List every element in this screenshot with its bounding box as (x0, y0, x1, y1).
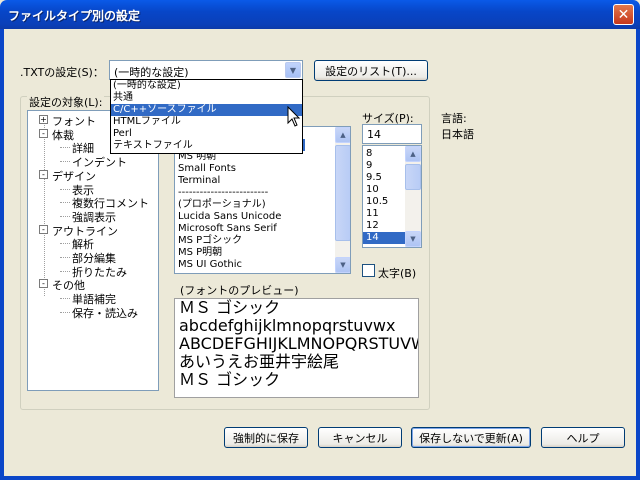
force-save-button[interactable]: 強制的に保存 (224, 427, 308, 448)
help-button[interactable]: ヘルプ (541, 427, 625, 448)
chevron-down-icon[interactable]: ▼ (285, 62, 301, 78)
tree-connector (60, 243, 70, 245)
collapse-icon[interactable]: - (39, 128, 48, 138)
window-frame-right (636, 29, 640, 480)
size-list-item[interactable]: 9 (363, 160, 405, 172)
close-button[interactable]: ✕ (613, 4, 634, 25)
font-list-item[interactable]: Small Fonts (175, 163, 335, 175)
preview-text-line: ＭＳ ゴシック (179, 298, 281, 317)
tree-connector (60, 202, 70, 204)
font-list-scrollbar[interactable]: ▲ ▼ (335, 127, 350, 273)
scroll-up-icon[interactable]: ▲ (335, 127, 350, 143)
font-list-item[interactable]: Lucida Sans Unicode (175, 211, 335, 223)
size-list-item[interactable]: 11 (363, 208, 405, 220)
dropdown-option[interactable]: 共通 (111, 92, 302, 104)
update-without-save-button[interactable]: 保存しないで更新(A) (411, 427, 531, 448)
font-list-item[interactable]: ------------------------- (175, 187, 335, 199)
bold-label: 太字(B) (378, 267, 417, 280)
mouse-cursor-icon (287, 106, 301, 127)
dropdown-option[interactable]: テキストファイル (111, 140, 302, 152)
font-list-item[interactable]: Terminal (175, 175, 335, 187)
size-list-item[interactable]: 9.5 (363, 172, 405, 184)
expand-icon[interactable]: + (39, 115, 48, 124)
size-list-item[interactable]: 10.5 (363, 196, 405, 208)
preview-text-line: ＭＳ ゴシック (179, 370, 281, 389)
settings-list-button[interactable]: 設定のリスト(T)... (314, 60, 428, 81)
tree-connector (60, 311, 70, 313)
font-preview: ＭＳ ゴシック abcdefghijklmnopqrstuvwx ABCDEFGHI… (174, 298, 419, 398)
font-list-item[interactable]: (プロポーショナル) (175, 199, 335, 211)
size-input-value: 14 (367, 128, 381, 141)
tree-connector (60, 161, 70, 163)
dropdown-option[interactable]: C/C++ソースファイル (111, 104, 302, 116)
tree-connector (60, 215, 70, 217)
update-without-save-button-label: 保存しないで更新(A) (419, 431, 523, 445)
tree-connector (60, 147, 70, 149)
settings-combo-value: (一時的な設定) (114, 66, 189, 79)
size-list-item[interactable]: 8 (363, 148, 405, 160)
bold-checkbox[interactable] (362, 264, 375, 277)
font-list-item[interactable]: MS P明朝 (175, 247, 335, 259)
help-button-label: ヘルプ (566, 431, 600, 445)
tree-connector (60, 270, 70, 272)
font-list-items: MS 明朝 Small Fonts Terminal ----------------… (175, 151, 335, 271)
target-label: 設定の対象(L): (27, 94, 105, 110)
size-list-item[interactable]: 14 (363, 232, 405, 244)
size-input[interactable]: 14 (362, 124, 422, 144)
size-list-item[interactable]: 10 (363, 184, 405, 196)
language-label: 言語: (441, 112, 467, 125)
scroll-thumb[interactable] (405, 164, 421, 190)
size-list-item[interactable]: 12 (363, 220, 405, 232)
force-save-button-label: 強制的に保存 (233, 431, 299, 445)
dropdown-option[interactable]: (一時的な設定) (111, 80, 302, 92)
window-frame-left (0, 29, 4, 480)
preview-text-line: ABCDEFGHIJKLMNOPQRSTUVWX (179, 334, 419, 353)
settings-combo[interactable]: (一時的な設定) ▼ (109, 60, 303, 80)
tree-connector (44, 121, 45, 296)
font-list-item[interactable]: Microsoft Sans Serif (175, 223, 335, 235)
scroll-down-icon[interactable]: ▼ (405, 231, 421, 247)
size-list[interactable]: 8 9 9.5 10 10.5 11 12 14 ▲ ▼ (362, 145, 422, 248)
cancel-button-label: キャンセル (332, 431, 388, 445)
font-list-item[interactable]: MS UI Gothic (175, 259, 335, 271)
tree-connector (60, 298, 70, 300)
cancel-button[interactable]: キャンセル (318, 427, 402, 448)
settings-dropdown-list[interactable]: (一時的な設定) 共通 C/C++ソースファイル HTMLファイル Perl テキストファ… (110, 79, 303, 154)
tree-connector (60, 188, 70, 190)
window-frame-bottom (0, 476, 640, 480)
collapse-icon[interactable]: - (39, 169, 48, 179)
preview-label: (フォントのプレビュー) (180, 284, 299, 297)
settings-of-label: .TXTの設定(S)： (20, 66, 104, 79)
size-list-items: 8 9 9.5 10 10.5 11 12 14 (363, 148, 405, 244)
collapse-icon[interactable]: - (39, 224, 48, 234)
window-title: ファイルタイプ別の設定 (8, 9, 141, 23)
scroll-down-icon[interactable]: ▼ (335, 257, 350, 273)
title-bar: ファイルタイプ別の設定 ✕ (0, 0, 640, 29)
collapse-icon[interactable]: - (39, 279, 48, 289)
dropdown-option[interactable]: HTMLファイル (111, 116, 302, 128)
tree-item[interactable]: 保存・読込み (72, 305, 138, 321)
close-icon: ✕ (617, 6, 630, 23)
scroll-thumb[interactable] (335, 145, 350, 241)
font-list-item[interactable]: MS Pゴシック (175, 235, 335, 247)
tree-item[interactable]: 体裁 (52, 127, 74, 143)
preview-text-line: あいうえお亜井宇絵尾 (179, 352, 340, 371)
tree-connector (60, 257, 70, 258)
dropdown-option[interactable]: Perl (111, 128, 302, 140)
settings-list-button-label: 設定のリスト(T)... (325, 64, 417, 78)
size-list-scrollbar[interactable]: ▲ ▼ (405, 146, 421, 247)
language-value: 日本語 (441, 128, 474, 141)
scroll-up-icon[interactable]: ▲ (405, 146, 421, 162)
preview-text-line: abcdefghijklmnopqrstuvwx (179, 316, 396, 335)
